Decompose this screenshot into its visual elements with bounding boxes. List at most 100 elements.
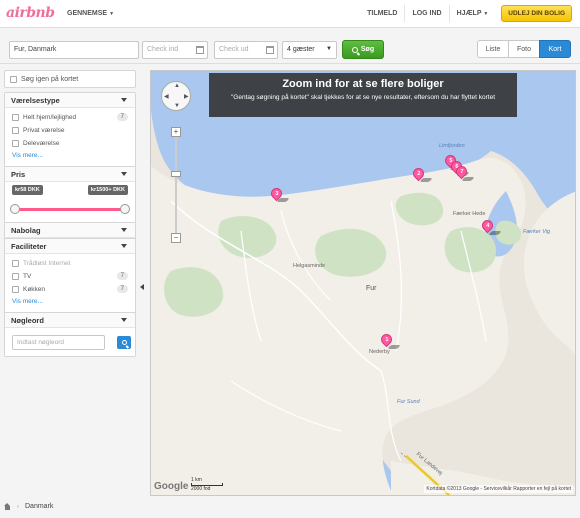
- map-view[interactable]: Limfjorden Færker Hede Færker Vig Helgas…: [150, 70, 576, 496]
- room-type-label: Deleværelse: [23, 140, 60, 147]
- map-canvas: [151, 111, 575, 495]
- tab-list[interactable]: Liste: [477, 40, 509, 58]
- help-menu[interactable]: HJÆLP ▼: [448, 5, 496, 22]
- amenity-checkbox[interactable]: [12, 273, 19, 280]
- collapse-sidebar-icon[interactable]: [140, 284, 144, 290]
- guests-select[interactable]: 4 gæster ▼: [282, 41, 337, 59]
- amenity-checkbox[interactable]: [12, 260, 19, 267]
- neighborhood-panel: Nabolag: [4, 223, 136, 239]
- calendar-icon: [266, 46, 274, 54]
- scale-ft: 2000 fod: [191, 486, 211, 492]
- calendar-icon: [196, 46, 204, 54]
- keyword-search-button[interactable]: [117, 336, 131, 349]
- keyword-input[interactable]: Indtast nøgleord: [12, 335, 105, 350]
- neighborhood-header[interactable]: Nabolag: [5, 223, 135, 238]
- amenity-option[interactable]: TV 7: [12, 270, 129, 283]
- signup-link[interactable]: TILMELD: [360, 5, 404, 22]
- amenity-option[interactable]: Trådløst Internet: [12, 257, 129, 270]
- chevron-down-icon: ▼: [109, 11, 115, 17]
- map-label-fur-sund: Fur Sund: [397, 399, 420, 405]
- zoom-slider-handle[interactable]: [171, 171, 181, 177]
- map-scale: 1 km 2000 fod: [191, 477, 223, 492]
- login-link[interactable]: LOG IND: [404, 5, 448, 22]
- amenities-show-more-link[interactable]: Vis mere...: [12, 296, 129, 308]
- checkout-placeholder: Check ud: [219, 46, 249, 53]
- keyword-header[interactable]: Nøgleord: [5, 313, 135, 328]
- search-button-label: Søg: [360, 46, 375, 53]
- list-your-space-button[interactable]: UDLEJ DIN BOLIG: [501, 5, 572, 22]
- map-attribution[interactable]: Kortdata ©2013 Google - Servicevilkår Ra…: [424, 485, 573, 493]
- browse-menu[interactable]: GENNEMSE ▼: [67, 10, 114, 17]
- amenities-title: Faciliteter: [11, 242, 47, 251]
- filter-panels: Værelsestype Helt hjem/lejlighed 7 Priva…: [4, 92, 136, 357]
- price-slider: kr58 DKK kr1500+ DKK: [5, 182, 135, 222]
- checkout-input[interactable]: Check ud: [214, 41, 278, 59]
- room-type-checkbox[interactable]: [12, 114, 19, 121]
- map-pan-control[interactable]: ▲ ▼ ◀ ▶: [161, 81, 191, 111]
- pan-left-icon[interactable]: ◀: [164, 93, 169, 100]
- map-label-nederby: Nederby: [369, 349, 390, 355]
- price-max-handle[interactable]: [120, 204, 130, 214]
- room-type-option[interactable]: Helt hjem/lejlighed 7: [12, 111, 129, 124]
- amenity-option[interactable]: Køkken 7: [12, 283, 129, 296]
- account-nav: TILMELD LOG IND HJÆLP ▼ UDLEJ DIN BOLIG: [360, 5, 572, 22]
- room-type-title: Værelsestype: [11, 96, 60, 105]
- home-icon[interactable]: [4, 503, 11, 510]
- zoom-in-button[interactable]: +: [171, 127, 181, 137]
- map-label-faerker-vig: Færker Vig: [523, 229, 551, 235]
- amenity-checkbox[interactable]: [12, 286, 19, 293]
- room-type-option[interactable]: Privat værelse: [12, 124, 129, 137]
- room-type-option[interactable]: Deleværelse: [12, 137, 129, 150]
- tab-map[interactable]: Kort: [539, 40, 571, 58]
- room-type-checkbox[interactable]: [12, 127, 19, 134]
- zoom-slider[interactable]: [171, 137, 181, 233]
- price-min-label: kr58 DKK: [12, 185, 43, 195]
- zoom-notice-subtitle: "Gentag søgning på kortet" skal tjekkes …: [230, 94, 496, 101]
- search-on-map-label: Søg igen på kortet: [21, 75, 79, 83]
- guests-value: 4 gæster: [287, 46, 315, 53]
- location-input[interactable]: Fur, Danmark: [9, 41, 139, 59]
- amenity-label: TV: [23, 273, 32, 280]
- checkin-input[interactable]: Check ind: [142, 41, 208, 59]
- google-logo[interactable]: Google: [154, 481, 188, 492]
- search-bar: Fur, Danmark Check ind Check ud 4 gæster…: [0, 36, 580, 64]
- room-type-checkbox[interactable]: [12, 140, 19, 147]
- tab-photo[interactable]: Foto: [508, 40, 540, 58]
- zoom-out-button[interactable]: −: [171, 233, 181, 243]
- room-type-show-more-link[interactable]: Vis mere...: [12, 150, 129, 162]
- map-label-fur: Fur: [366, 285, 377, 292]
- price-slider-track[interactable]: [15, 208, 125, 211]
- keyword-title: Nøgleord: [11, 316, 44, 325]
- chevron-down-icon: [121, 244, 127, 248]
- room-type-header[interactable]: Værelsestype: [5, 93, 135, 108]
- view-tabs: Liste Foto Kort: [477, 40, 571, 58]
- browse-label: GENNEMSE: [67, 10, 108, 17]
- pan-down-icon[interactable]: ▼: [174, 103, 180, 109]
- price-header[interactable]: Pris: [5, 167, 135, 182]
- price-title: Pris: [11, 170, 26, 179]
- search-button[interactable]: Søg: [342, 40, 384, 59]
- search-icon: [351, 46, 358, 53]
- zoom-notice-title: Zoom ind for at se flere boliger: [282, 78, 444, 90]
- amenities-header[interactable]: Faciliteter: [5, 239, 135, 254]
- pan-right-icon[interactable]: ▶: [184, 93, 189, 100]
- map-label-helgasminde: Helgasminde: [293, 263, 326, 269]
- price-min-handle[interactable]: [10, 204, 20, 214]
- room-type-label: Helt hjem/lejlighed: [23, 114, 77, 121]
- room-type-panel: Værelsestype Helt hjem/lejlighed 7 Priva…: [4, 93, 136, 167]
- breadcrumb-country[interactable]: Danmark: [25, 503, 53, 510]
- keyword-panel: Nøgleord Indtast nøgleord: [4, 313, 136, 357]
- pan-up-icon[interactable]: ▲: [174, 83, 180, 89]
- count-badge: 7: [116, 272, 128, 280]
- map-label-limfjorden: Limfjorden: [439, 143, 465, 149]
- search-on-map-checkbox[interactable]: [10, 75, 17, 83]
- top-navigation: airbnb GENNEMSE ▼ TILMELD LOG IND HJÆLP ▼…: [0, 0, 580, 28]
- airbnb-logo[interactable]: airbnb: [6, 5, 55, 21]
- chevron-down-icon: [121, 228, 127, 232]
- price-max-label: kr1500+ DKK: [87, 185, 128, 195]
- breadcrumb-separator-icon: ›: [17, 503, 19, 510]
- chevron-down-icon: [121, 98, 127, 102]
- search-on-map-option[interactable]: Søg igen på kortet: [4, 70, 136, 88]
- neighborhood-title: Nabolag: [11, 226, 41, 235]
- chevron-down-icon: [121, 318, 127, 322]
